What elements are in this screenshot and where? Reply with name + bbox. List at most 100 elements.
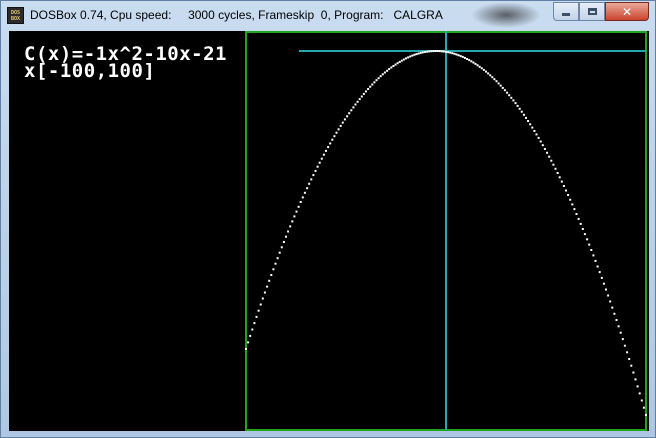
- curve-point: [327, 146, 330, 149]
- curve-point: [373, 81, 376, 84]
- title-bar[interactable]: DOS BOX DOSBox 0.74, Cpu speed: 3000 cyc…: [1, 1, 655, 31]
- minimize-button[interactable]: [553, 2, 579, 21]
- curve-point: [617, 325, 620, 328]
- curve-point: [314, 169, 317, 172]
- curve-point: [567, 194, 570, 196]
- curve-point: [299, 201, 302, 203]
- curve-point: [249, 334, 252, 337]
- curve-point: [516, 104, 519, 107]
- curve-point: [571, 203, 574, 206]
- curve-point: [392, 65, 395, 67]
- curve-point: [520, 110, 523, 113]
- curve-point: [581, 228, 584, 230]
- curve-point: [575, 213, 578, 215]
- curve-point: [499, 84, 502, 87]
- curve-point: [415, 53, 418, 56]
- curve-point: [301, 196, 304, 199]
- caption-buttons: ✕: [553, 2, 649, 22]
- curve-point: [295, 210, 298, 213]
- curve-point: [447, 51, 450, 54]
- curve-point: [306, 187, 309, 190]
- curve-point: [398, 60, 401, 63]
- curve-point: [318, 161, 321, 164]
- curve-point: [605, 288, 607, 291]
- curve-point: [285, 235, 287, 238]
- curve-point: [451, 52, 454, 55]
- curve-point: [379, 75, 382, 78]
- curve-point: [579, 222, 582, 225]
- curve-point: [348, 112, 351, 115]
- curve-point: [596, 265, 599, 268]
- dosbox-app-icon[interactable]: DOS BOX: [7, 7, 24, 24]
- curve-point: [436, 50, 439, 52]
- curve-point: [394, 63, 397, 66]
- curve-point: [602, 282, 605, 285]
- curve-point: [335, 131, 338, 134]
- curve-point: [556, 172, 559, 174]
- curve-point: [407, 56, 410, 59]
- curve-point: [270, 274, 273, 276]
- curve-point: [362, 92, 365, 95]
- curve-point: [257, 309, 260, 312]
- window-title: DOSBox 0.74, Cpu speed: 3000 cycles, Fra…: [30, 8, 443, 22]
- dos-screen[interactable]: C(x)=-1x^2-10x-21 x[-100,100]: [9, 31, 649, 431]
- curve-point: [514, 102, 517, 105]
- curve-point: [497, 82, 500, 85]
- curve-point: [485, 70, 487, 73]
- curve-point: [354, 103, 357, 106]
- curve-point: [293, 215, 296, 218]
- curve-point: [430, 50, 433, 53]
- curve-point: [276, 257, 279, 260]
- curve-point: [621, 338, 624, 341]
- curve-point: [291, 220, 294, 223]
- curve-point: [400, 59, 403, 62]
- curve-point: [552, 163, 555, 166]
- curve-point: [487, 72, 490, 75]
- curve-point: [337, 128, 340, 131]
- curve-point: [600, 276, 603, 279]
- curve-point: [266, 285, 269, 288]
- curve-point: [426, 50, 429, 53]
- curve-point: [459, 55, 462, 58]
- curve-point: [594, 259, 597, 262]
- curve-point: [611, 306, 614, 309]
- curve-point: [278, 251, 281, 254]
- curve-point: [365, 90, 367, 93]
- title-glow-decoration: [471, 2, 541, 28]
- curve-point: [272, 268, 275, 271]
- curve-point: [546, 151, 549, 154]
- curve-point: [445, 50, 447, 53]
- curve-point: [438, 50, 441, 53]
- curve-point: [474, 62, 477, 65]
- curve-point: [642, 406, 645, 409]
- curve-point: [457, 54, 460, 57]
- curve-point: [548, 155, 551, 158]
- curve-point: [375, 79, 378, 82]
- minimize-icon: [562, 13, 570, 16]
- maximize-button[interactable]: [579, 2, 605, 21]
- curve-point: [588, 243, 591, 246]
- curve-point: [341, 121, 344, 124]
- curve-point: [316, 165, 319, 168]
- curve-point: [245, 348, 247, 350]
- curve-point: [411, 54, 414, 57]
- x-range: x[-100,100]: [24, 60, 156, 82]
- icon-label-bottom: BOX: [10, 16, 21, 22]
- curve-point: [274, 262, 277, 265]
- curve-point: [503, 89, 506, 92]
- curve-point: [413, 53, 416, 56]
- curve-point: [434, 50, 437, 52]
- curve-point: [356, 100, 359, 103]
- curve-point: [533, 130, 536, 132]
- curve-point: [577, 217, 580, 220]
- curve-point: [558, 176, 561, 179]
- curve-point: [468, 59, 471, 62]
- curve-point: [388, 68, 391, 71]
- curve-point: [259, 303, 262, 306]
- curve-point: [329, 142, 332, 145]
- curve-point: [541, 144, 544, 147]
- curve-point: [510, 96, 513, 99]
- close-button[interactable]: ✕: [605, 2, 649, 21]
- curve-point: [607, 294, 610, 297]
- curve-point: [343, 118, 346, 121]
